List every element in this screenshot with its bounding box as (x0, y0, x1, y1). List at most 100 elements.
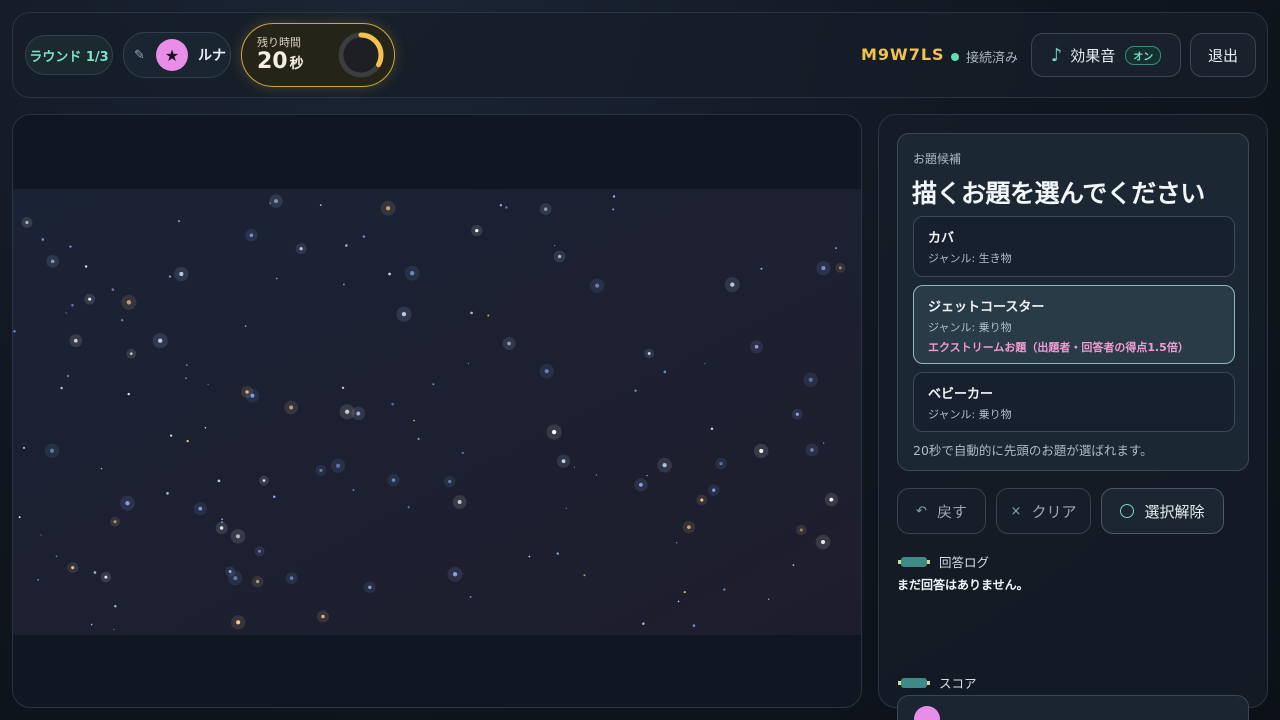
score-card (897, 695, 1249, 720)
star-icon: ★ (164, 45, 180, 65)
star (198, 506, 203, 511)
star (289, 576, 294, 580)
exit-label: 退出 (1207, 46, 1238, 65)
undo-icon: ↶ (916, 503, 927, 519)
star (417, 437, 420, 440)
star (272, 495, 276, 498)
star (704, 362, 706, 365)
star (820, 539, 826, 545)
topic-option[interactable]: カバ ジャンル: 生き物 (913, 216, 1235, 277)
score-header: スコア (898, 673, 977, 692)
exit-button[interactable]: 退出 (1190, 33, 1256, 77)
star (345, 244, 348, 247)
star (299, 247, 303, 251)
star (179, 271, 184, 276)
star (84, 265, 88, 268)
star (275, 277, 278, 280)
star (73, 338, 78, 343)
star (207, 383, 209, 386)
star (186, 439, 189, 443)
undo-button[interactable]: ↶ 戻す (897, 488, 986, 534)
star (336, 463, 341, 468)
star (407, 506, 410, 509)
star (244, 325, 247, 328)
topic-option-genre: ジャンル: 乗り物 (928, 408, 1012, 421)
star (22, 446, 26, 450)
star (114, 605, 117, 608)
star (262, 479, 266, 482)
star (50, 259, 55, 264)
star (111, 288, 115, 291)
star (13, 330, 16, 333)
clear-button[interactable]: × クリア (996, 488, 1091, 534)
star (37, 578, 40, 581)
star (612, 208, 615, 211)
deselect-button[interactable]: 選択解除 (1101, 488, 1224, 534)
star (236, 620, 241, 625)
star (662, 463, 667, 468)
star (754, 344, 759, 349)
star (127, 392, 130, 396)
clear-label: クリア (1031, 502, 1077, 521)
star (289, 405, 294, 410)
star (646, 474, 648, 477)
star (768, 598, 770, 600)
clear-icon: × (1010, 503, 1022, 519)
star (467, 362, 470, 365)
star (612, 195, 616, 198)
connection-status-dot (951, 53, 959, 61)
star (71, 304, 74, 307)
timer-value: 20 秒 (257, 49, 304, 74)
star (710, 427, 714, 430)
star (838, 266, 842, 270)
star (583, 574, 586, 577)
sound-toggle-button[interactable]: ♪ 効果音 オン (1031, 33, 1181, 77)
star (810, 448, 814, 452)
star (461, 451, 464, 455)
topic-option-genre: ジャンル: 乗り物 (928, 321, 1012, 334)
star (595, 474, 598, 476)
star (88, 297, 92, 301)
star (687, 525, 691, 529)
star (634, 389, 637, 392)
topic-option-selected[interactable]: ジェットコースター ジャンル: 乗り物 エクストリームお題（出題者・回答者の得点… (913, 285, 1235, 364)
star (321, 614, 325, 619)
topic-option-name: ベビーカー (928, 387, 994, 402)
star (556, 552, 559, 555)
star (730, 282, 735, 287)
star (565, 507, 567, 509)
star (391, 478, 396, 482)
star (129, 352, 133, 356)
topic-picker: お題候補 描くお題を選んでください カバ ジャンル: 生き物 ジェットコースター… (897, 133, 1249, 471)
star (185, 377, 187, 379)
topic-option[interactable]: ベビーカー ジャンル: 乗り物 (913, 372, 1235, 432)
star (158, 338, 163, 343)
star (352, 488, 355, 492)
star (388, 272, 391, 276)
star (712, 488, 716, 492)
star (677, 600, 680, 603)
music-note-icon: ♪ (1050, 44, 1063, 66)
drawer-indicator: ✎ ★ ルナ (123, 32, 231, 78)
star (507, 341, 511, 346)
star (432, 383, 435, 386)
star (663, 370, 667, 374)
star (166, 492, 169, 495)
drawing-canvas[interactable] (12, 114, 862, 708)
star (25, 220, 29, 224)
battery-icon (898, 677, 930, 688)
star (448, 479, 452, 484)
star (413, 419, 415, 422)
star (647, 352, 651, 355)
timer-label: 残り時間 (257, 36, 301, 49)
star (799, 528, 803, 532)
star (821, 266, 826, 271)
star (675, 542, 678, 544)
star (258, 549, 261, 553)
star (55, 555, 58, 558)
star (356, 411, 361, 416)
round-indicator: ラウンド 1/3 (25, 35, 113, 75)
topic-option-name: ジェットコースター (928, 300, 1045, 315)
answer-log-header: 回答ログ (898, 552, 990, 571)
answer-log-title: 回答ログ (939, 555, 990, 570)
